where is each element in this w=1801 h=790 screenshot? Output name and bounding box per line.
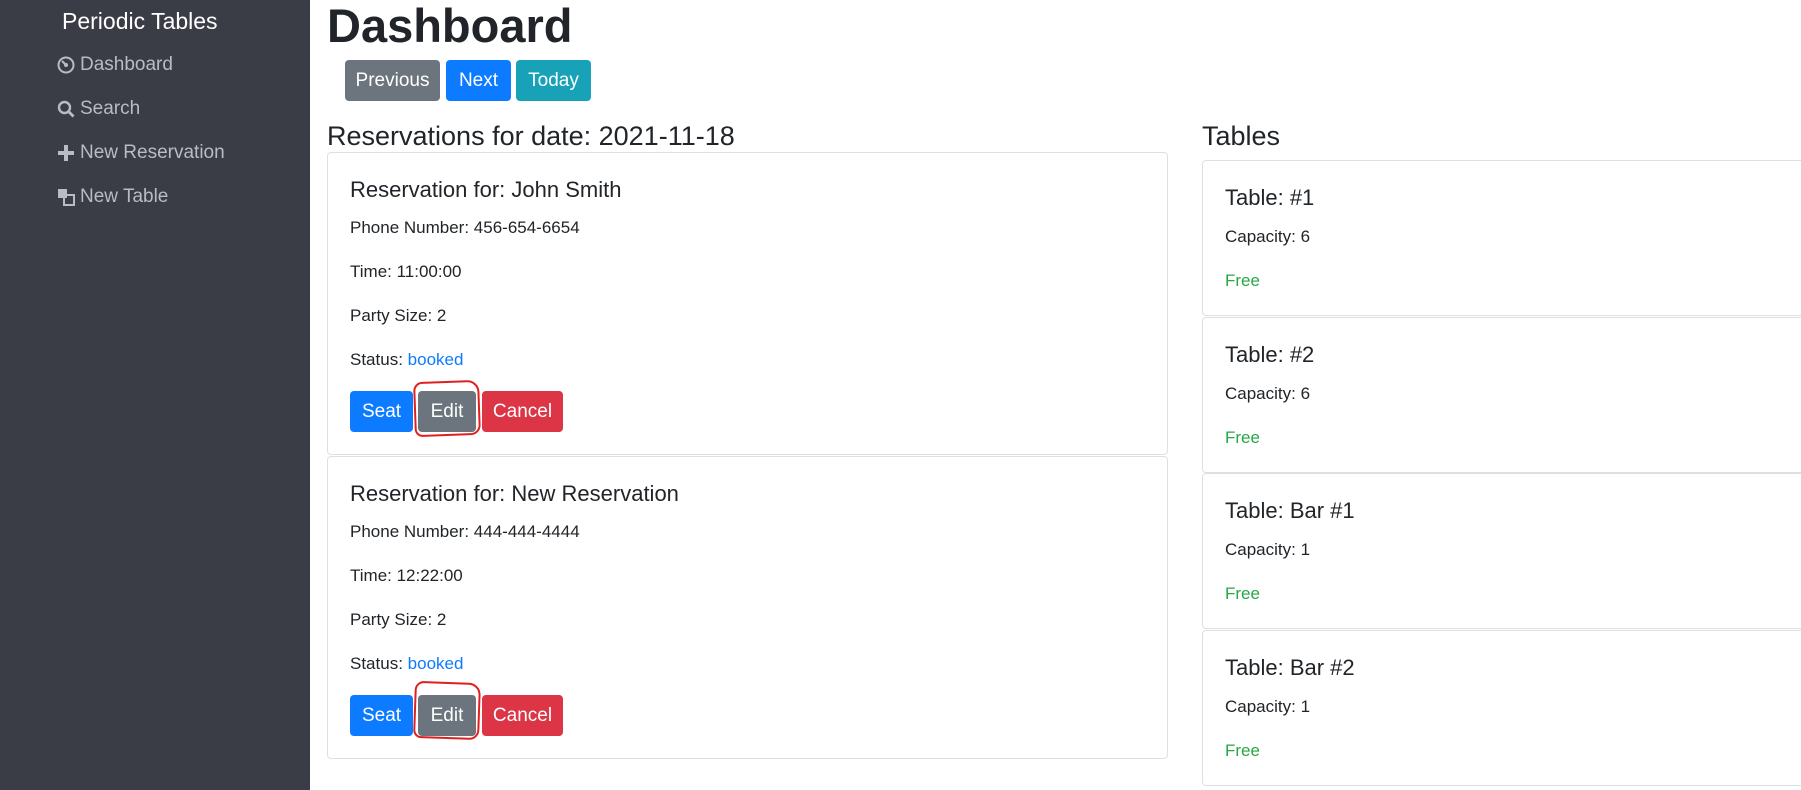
table-card: Table: #1 Capacity: 6 Free (1202, 160, 1801, 316)
table-title: Table: #2 (1225, 342, 1315, 367)
table-title: Table: Bar #1 (1225, 498, 1355, 523)
dashboard-icon (57, 56, 75, 74)
plus-icon (58, 145, 74, 161)
table-icon (58, 189, 75, 206)
previous-button[interactable]: Previous (345, 60, 440, 101)
reservation-title: Reservation for: New Reservation (350, 481, 679, 506)
sidebar: Periodic Tables Dashboard Search New Res… (0, 0, 310, 790)
reservation-time: Time: 11:00:00 (350, 262, 462, 281)
sidebar-item-label: New Table (80, 186, 169, 207)
seat-button[interactable]: Seat (350, 695, 413, 736)
reservation-title: Reservation for: John Smith (350, 177, 622, 202)
table-status: Free (1225, 271, 1260, 290)
sidebar-item-search[interactable]: Search (57, 94, 140, 124)
status-badge: booked (407, 350, 464, 369)
reservation-party-size: Party Size: 2 (350, 306, 447, 325)
reservation-time: Time: 12:22:00 (350, 566, 463, 585)
table-card: Table: Bar #1 Capacity: 1 Free (1202, 473, 1801, 629)
table-title: Table: #1 (1225, 185, 1315, 210)
table-capacity: Capacity: 6 (1225, 384, 1311, 403)
sidebar-item-new-reservation[interactable]: New Reservation (57, 138, 225, 168)
reservation-card: Reservation for: New Reservation Phone N… (327, 456, 1168, 759)
next-button[interactable]: Next (446, 60, 511, 101)
search-icon (57, 100, 75, 118)
table-card: Table: Bar #2 Capacity: 1 Free (1202, 630, 1801, 786)
reservation-phone: Phone Number: 444-444-4444 (350, 522, 580, 541)
table-capacity: Capacity: 6 (1225, 227, 1311, 246)
cancel-button[interactable]: Cancel (482, 695, 563, 736)
reservation-phone: Phone Number: 456-654-6654 (350, 218, 580, 237)
reservation-card: Reservation for: John Smith Phone Number… (327, 152, 1168, 455)
status-label: Status: (350, 654, 403, 673)
main-content: Dashboard Previous Next Today Reservatio… (310, 0, 1801, 790)
sidebar-item-dashboard[interactable]: Dashboard (57, 50, 173, 80)
seat-button[interactable]: Seat (350, 391, 413, 432)
brand-title[interactable]: Periodic Tables (62, 8, 218, 35)
table-capacity: Capacity: 1 (1225, 540, 1311, 559)
reservation-party-size: Party Size: 2 (350, 610, 447, 629)
status-label: Status: (350, 350, 403, 369)
sidebar-item-label: Search (80, 98, 141, 119)
reservation-status: Status: booked (350, 654, 463, 674)
today-button[interactable]: Today (516, 60, 591, 101)
table-title: Table: Bar #2 (1225, 655, 1355, 680)
sidebar-item-label: Dashboard (80, 54, 173, 75)
sidebar-item-label: New Reservation (80, 142, 225, 163)
status-badge: booked (407, 654, 464, 673)
table-status: Free (1225, 741, 1260, 760)
table-capacity: Capacity: 1 (1225, 697, 1311, 716)
cancel-button[interactable]: Cancel (482, 391, 563, 432)
edit-button[interactable]: Edit (418, 391, 476, 432)
reservation-status: Status: booked (350, 350, 463, 370)
edit-button[interactable]: Edit (418, 695, 476, 736)
page-title: Dashboard (327, 0, 573, 52)
table-status: Free (1225, 584, 1260, 603)
table-status: Free (1225, 428, 1260, 447)
table-card: Table: #2 Capacity: 6 Free (1202, 317, 1801, 473)
sidebar-item-new-table[interactable]: New Table (57, 182, 168, 212)
reservations-heading: Reservations for date: 2021-11-18 (327, 121, 735, 151)
tables-heading: Tables (1202, 121, 1281, 151)
